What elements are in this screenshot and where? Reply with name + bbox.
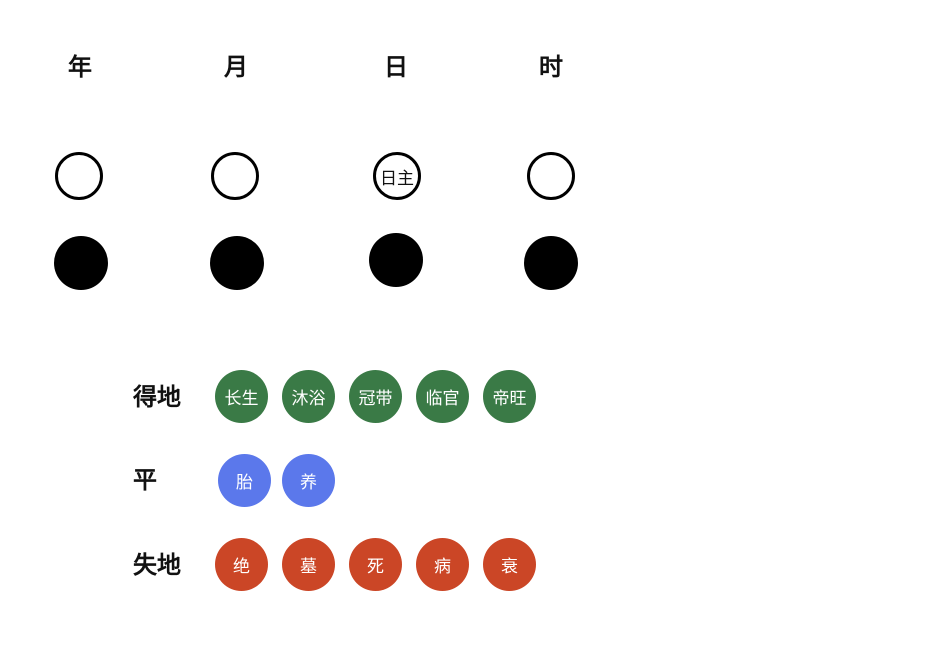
stage-badge-good: 长生 [215,370,268,423]
pillar-label-day: 日 [384,53,408,81]
branch-circle-month [210,236,264,290]
legend-label-bad: 失地 [133,551,181,579]
stage-badge-neutral: 养 [282,454,335,507]
legend-row-bad: 绝 墓 死 病 衰 [215,538,550,591]
pillar-label-hour: 时 [539,53,563,81]
stage-badge-good: 临官 [416,370,469,423]
pillar-label-year: 年 [68,53,92,81]
stem-circle-year [55,152,103,200]
stage-badge-bad: 死 [349,538,402,591]
legend-row-good: 长生 沐浴 冠带 临官 帝旺 [215,370,550,423]
legend-row-neutral: 胎 养 [218,454,349,507]
stage-badge-bad: 衰 [483,538,536,591]
branch-circle-day [369,233,423,287]
stem-circle-month [211,152,259,200]
stem-circle-day-master: 日主 [373,152,421,200]
stage-badge-bad: 绝 [215,538,268,591]
stage-badge-neutral: 胎 [218,454,271,507]
stage-badge-bad: 墓 [282,538,335,591]
branch-circle-year [54,236,108,290]
pillar-label-month: 月 [224,53,248,81]
legend-label-neutral: 平 [133,466,157,494]
stage-badge-good: 冠带 [349,370,402,423]
legend-label-good: 得地 [133,383,181,411]
stage-badge-good: 沐浴 [282,370,335,423]
stage-badge-good: 帝旺 [483,370,536,423]
stage-badge-bad: 病 [416,538,469,591]
stem-circle-hour [527,152,575,200]
branch-circle-hour [524,236,578,290]
